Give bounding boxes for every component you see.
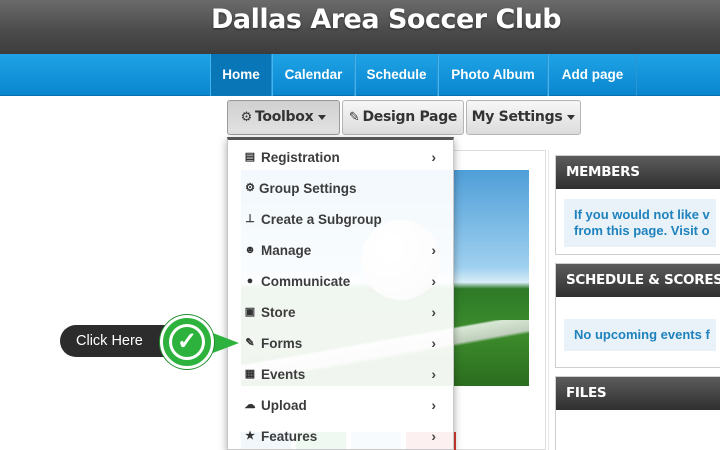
calendar-icon: ▦	[244, 368, 256, 380]
menu-item-features[interactable]: ★ Features ›	[228, 421, 453, 449]
menu-item-forms[interactable]: ✎ Forms ›	[228, 328, 453, 359]
design-page-button[interactable]: ✎ Design Page	[342, 100, 464, 135]
nav-item-photo-album[interactable]: Photo Album	[438, 54, 548, 96]
site-title: Dallas Area Soccer Club	[211, 4, 562, 35]
chevron-right-icon: ›	[431, 273, 436, 289]
gear-icon: ⚙	[240, 110, 253, 125]
menu-item-label: Features	[261, 429, 318, 444]
toolbox-button[interactable]: ⚙ Toolbox	[227, 100, 340, 135]
schedule-heading: SCHEDULE & SCORES	[556, 264, 720, 297]
chevron-right-icon: ›	[431, 366, 436, 382]
chevron-right-icon: ›	[431, 149, 436, 165]
checkmark-icon: ✓	[169, 324, 205, 360]
gear-icon: ⚙	[245, 182, 255, 194]
chevron-right-icon: ›	[431, 428, 436, 444]
menu-item-label: Forms	[261, 336, 303, 351]
checkmark-badge: ✓	[160, 315, 214, 369]
site-header: Dallas Area Soccer Club	[0, 0, 720, 54]
files-panel: FILES	[555, 376, 720, 450]
members-text[interactable]: If you would not like v from this page. …	[564, 199, 716, 247]
menu-item-label: Group Settings	[259, 181, 357, 196]
chevron-right-icon: ›	[431, 335, 436, 351]
column-divider	[548, 150, 549, 450]
caret-down-icon	[567, 114, 576, 120]
edit-icon: ✎	[245, 337, 255, 349]
money-icon: ▣	[244, 306, 256, 318]
chevron-right-icon: ›	[431, 397, 436, 413]
nav-item-calendar[interactable]: Calendar	[272, 54, 355, 96]
edit-icon: ✎	[348, 110, 360, 125]
menu-item-store[interactable]: ▣ Store ›	[228, 297, 453, 328]
menu-item-registration[interactable]: ▤ Registration ›	[228, 142, 453, 173]
menu-item-label: Upload	[261, 398, 307, 413]
members-heading: MEMBERS	[556, 156, 720, 189]
caret-down-icon	[318, 114, 327, 120]
sitemap-icon: ⊥	[245, 213, 255, 225]
nav-item-schedule[interactable]: Schedule	[355, 54, 438, 96]
members-text-line2: from this page. Visit o	[574, 223, 710, 238]
users-icon: ☻	[244, 244, 256, 256]
menu-item-label: Events	[261, 367, 306, 382]
chevron-right-icon: ›	[431, 304, 436, 320]
menu-item-group-settings[interactable]: ⚙ Group Settings	[228, 173, 453, 204]
cloud-upload-icon: ☁	[244, 399, 256, 411]
menu-item-events[interactable]: ▦ Events ›	[228, 359, 453, 390]
toolbox-label: Toolbox	[255, 109, 314, 125]
design-page-label: Design Page	[362, 109, 458, 125]
my-settings-button[interactable]: My Settings	[466, 100, 581, 135]
main-nav: Home Calendar Schedule Photo Album Add p…	[0, 54, 720, 96]
nav-item-home[interactable]: Home	[210, 54, 272, 96]
menu-item-label: Registration	[261, 150, 340, 165]
my-settings-label: My Settings	[471, 109, 563, 125]
menu-item-label: Store	[261, 305, 296, 320]
schedule-text: No upcoming events f	[564, 319, 716, 351]
list-icon: ▤	[244, 151, 256, 163]
menu-item-manage[interactable]: ☻ Manage ›	[228, 235, 453, 266]
menu-item-communicate[interactable]: ● Communicate ›	[228, 266, 453, 297]
nav-item-add-page[interactable]: Add page	[548, 54, 637, 96]
files-heading: FILES	[556, 377, 720, 410]
menu-item-label: Manage	[261, 243, 312, 258]
menu-item-label: Communicate	[261, 274, 351, 289]
schedule-panel: SCHEDULE & SCORES No upcoming events f	[555, 263, 720, 368]
star-icon: ★	[245, 430, 255, 442]
chevron-right-icon: ›	[431, 242, 436, 258]
comments-icon: ●	[246, 275, 254, 287]
toolbox-menu: ▤ Registration › ⚙ Group Settings ⊥ Crea…	[227, 137, 454, 450]
page: Dallas Area Soccer Club Home Calendar Sc…	[0, 0, 720, 450]
menu-item-label: Create a Subgroup	[261, 212, 382, 227]
members-panel: MEMBERS If you would not like v from thi…	[555, 155, 720, 255]
menu-item-upload[interactable]: ☁ Upload ›	[228, 390, 453, 421]
menu-item-create-subgroup[interactable]: ⊥ Create a Subgroup	[228, 204, 453, 235]
members-text-line1: If you would not like v	[574, 207, 710, 222]
